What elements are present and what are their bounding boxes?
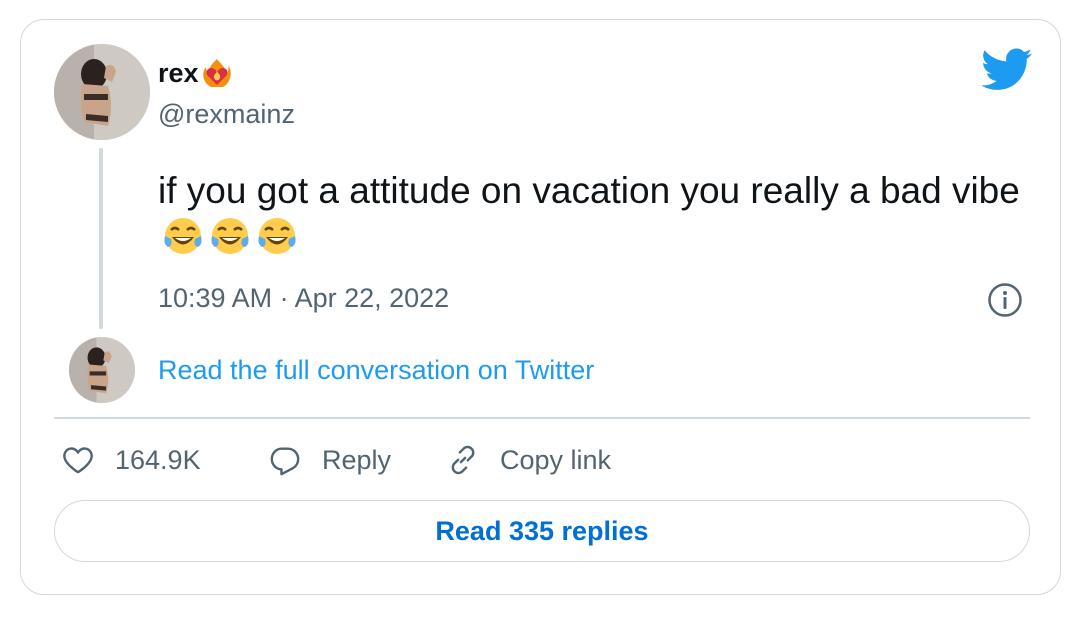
tears-of-joy-emoji-icon [208,214,252,258]
author-display-name[interactable]: rex [158,57,233,89]
tears-of-joy-emoji-icon [161,214,205,258]
link-icon [451,445,475,475]
tweet-text: if you got a attitude on vacation you re… [158,168,1038,261]
reply-label: Reply [322,444,392,475]
display-name-text: rex [158,58,199,88]
read-replies-button[interactable]: Read 335 replies [54,500,1030,562]
tweet-timestamp[interactable]: 10:39 AM · Apr 22, 2022 [158,282,449,314]
twitter-bird-icon[interactable] [981,48,1033,92]
thread-line [99,148,103,329]
read-full-conversation-link[interactable]: Read the full conversation on Twitter [158,354,594,386]
copy-link-label: Copy link [500,444,612,475]
reply-bubble-icon [270,447,300,476]
author-avatar[interactable] [54,44,150,140]
heart-on-fire-emoji-icon [201,57,233,89]
divider [54,417,1030,419]
copy-link-button[interactable]: Copy link [446,440,611,480]
info-icon[interactable] [987,282,1023,318]
like-count: 164.9K [115,444,201,475]
reply-button[interactable]: Reply [268,440,391,480]
author-avatar-small[interactable] [69,337,135,403]
author-handle[interactable]: @rexmainz [158,98,295,130]
like-button[interactable]: 164.9K [61,440,201,480]
tweet-text-content: if you got a attitude on vacation you re… [158,170,1020,211]
tweet-card: rex @rexmainz if you got a attitude on v… [20,19,1061,595]
read-replies-label: Read 335 replies [435,515,649,546]
tears-of-joy-emoji-icon [255,214,299,258]
heart-icon [63,447,93,474]
